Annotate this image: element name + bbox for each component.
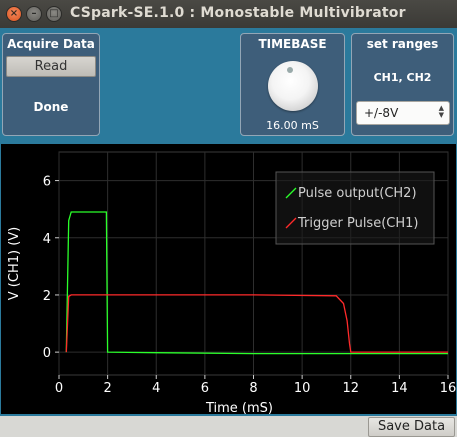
timebase-knob[interactable] xyxy=(268,61,318,111)
legend-box xyxy=(275,171,435,245)
chart-svg: 0 2 4 6 8 10 12 14 16 0 2 4 6 Time (mS) V (CH1) (V) Pul… xyxy=(7,151,456,416)
channels-label: CH1, CH2 xyxy=(373,71,432,84)
timebase-title: TIMEBASE xyxy=(258,37,327,51)
title-bar: × – □ CSpark-SE.1.0 : Monostable Multivi… xyxy=(0,0,457,28)
range-select-value: +/-8V xyxy=(364,106,399,120)
x-tick-label: 14 xyxy=(391,381,408,396)
acquire-data-group: Acquire Data Read Done xyxy=(2,33,100,136)
range-select[interactable]: +/-8V ▲ ▼ xyxy=(356,101,450,125)
minimize-icon: – xyxy=(31,8,37,19)
y-tick-label: 6 xyxy=(43,175,51,190)
y-tick-label: 4 xyxy=(43,232,51,247)
maximize-icon: □ xyxy=(49,8,59,19)
timebase-group: TIMEBASE 16.00 mS xyxy=(240,33,345,136)
close-icon: × xyxy=(9,8,19,19)
y-tick-label: 2 xyxy=(43,289,51,304)
knob-indicator-icon xyxy=(287,67,293,73)
y-axis-label: V (CH1) (V) xyxy=(7,227,22,300)
legend-label: Trigger Pulse(CH1) xyxy=(297,216,418,231)
x-tick-label: 2 xyxy=(103,381,111,396)
x-tick-label: 8 xyxy=(249,381,257,396)
acquire-data-title: Acquire Data xyxy=(7,37,95,51)
legend-label: Pulse output(CH2) xyxy=(298,186,417,201)
series-line-ch1 xyxy=(65,294,448,353)
x-tick-label: 0 xyxy=(55,381,63,396)
app-window: × – □ CSpark-SE.1.0 : Monostable Multivi… xyxy=(0,0,457,437)
x-tick-label: 16 xyxy=(440,381,456,396)
save-data-button[interactable]: Save Data xyxy=(368,417,455,437)
plot-area: 0 2 4 6 8 10 12 14 16 0 2 4 6 Time (mS) V (CH1) (V) Pul… xyxy=(0,143,457,416)
acquire-status: Done xyxy=(33,100,69,114)
window-title: CSpark-SE.1.0 : Monostable Multivibrator xyxy=(70,5,406,21)
maximize-window-button[interactable]: □ xyxy=(46,6,62,22)
close-window-button[interactable]: × xyxy=(6,6,22,22)
x-tick-label: 12 xyxy=(342,381,359,396)
y-tick-label: 0 xyxy=(43,346,51,361)
minimize-window-button[interactable]: – xyxy=(26,6,42,22)
x-tick-label: 6 xyxy=(201,381,209,396)
timebase-value: 16.00 mS xyxy=(266,119,319,132)
set-ranges-group: set ranges CH1, CH2 +/-8V ▲ ▼ xyxy=(351,33,454,136)
x-tick-label: 4 xyxy=(152,381,160,396)
set-ranges-title: set ranges xyxy=(366,37,439,51)
spin-arrows-icon: ▲ ▼ xyxy=(438,104,444,119)
read-button[interactable]: Read xyxy=(6,56,96,77)
bottom-bar: Save Data xyxy=(0,416,457,437)
oscilloscope-plot: 0 2 4 6 8 10 12 14 16 0 2 4 6 Time (mS) V (CH1) (V) Pul… xyxy=(1,144,456,416)
x-axis-label: Time (mS) xyxy=(205,401,273,414)
x-tick-label: 10 xyxy=(294,381,311,396)
control-panel: Acquire Data Read Done TIMEBASE 16.00 mS… xyxy=(0,28,457,143)
